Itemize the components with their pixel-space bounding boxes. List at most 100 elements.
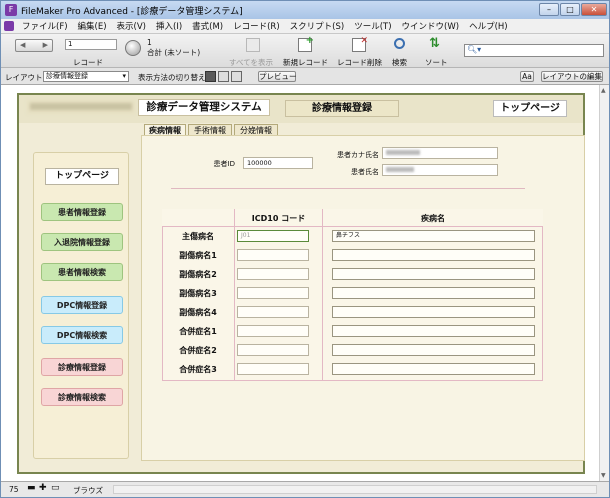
sidebar-item-patient-search[interactable]: 患者情報検索 (41, 263, 123, 281)
record-number-field[interactable]: 1 (65, 39, 117, 50)
chevron-down-icon: ▾ (122, 72, 126, 80)
row-label-sub-disease-3: 副傷病名3 (179, 289, 217, 298)
icd-field-sub-disease-1[interactable] (237, 249, 309, 261)
title-bar: F FileMaker Pro Advanced - [診療データ管理システム]… (1, 1, 609, 19)
icd-field-sub-disease-2[interactable] (237, 268, 309, 280)
patient-name-field[interactable] (382, 164, 498, 176)
layout-select[interactable]: 診療情報登録 ▾ (43, 71, 129, 82)
menu-format[interactable]: 書式(M) (187, 20, 228, 32)
sidebar-item-clinical-search[interactable]: 診療情報検索 (41, 388, 123, 406)
icd-field-main-disease[interactable]: J01 (237, 230, 309, 242)
disease-column-header: 疾病名 (421, 214, 445, 223)
menu-records[interactable]: レコード(R) (228, 20, 285, 32)
filemaker-window: F FileMaker Pro Advanced - [診療データ管理システム]… (0, 0, 610, 498)
patient-kana-label: 患者カナ氏名 (337, 151, 379, 159)
row-label-sub-disease-2: 副傷病名2 (179, 270, 217, 279)
zoom-in-icon[interactable]: ✚ (39, 483, 47, 493)
status-bar: 75 ▬ ✚ ▭ ブラウズ (1, 481, 609, 497)
mode-indicator[interactable]: ブラウズ (73, 485, 103, 496)
zoom-level[interactable]: 75 (9, 485, 19, 494)
table-view-icon[interactable] (231, 71, 242, 82)
show-all-button[interactable]: すべてを表示 (229, 57, 273, 68)
disease-field-sub-disease-1[interactable] (332, 249, 535, 261)
icd-field-complication-3[interactable] (237, 363, 309, 375)
record-slider-icon[interactable] (125, 40, 141, 56)
menu-view[interactable]: 表示(V) (112, 20, 151, 32)
disease-field-complication-3[interactable] (332, 363, 535, 375)
patient-name-label: 患者氏名 (351, 168, 379, 176)
row-label-complication-1: 合併症名1 (179, 327, 217, 336)
top-page-button-header[interactable]: トップページ (493, 100, 567, 117)
scroll-up-icon[interactable]: ▲ (601, 87, 606, 94)
disease-field-sub-disease-2[interactable] (332, 268, 535, 280)
layout-label: レイアウト: (5, 73, 46, 82)
maximize-button[interactable]: □ (560, 3, 580, 16)
quick-find-search-icon: 🔍︎▾ (467, 45, 482, 54)
edit-layout-button[interactable]: レイアウトの編集 (541, 71, 603, 82)
close-button[interactable]: ✕ (581, 3, 607, 16)
menu-edit[interactable]: 編集(E) (73, 20, 112, 32)
document-icon[interactable] (4, 21, 14, 31)
preview-button[interactable]: プレビュー (258, 71, 297, 82)
menu-file[interactable]: ファイル(F) (17, 20, 73, 32)
row-label-complication-2: 合併症名2 (179, 346, 217, 355)
new-record-icon: + (298, 35, 314, 52)
icd-field-complication-2[interactable] (237, 344, 309, 356)
patient-id-field[interactable]: 100000 (243, 157, 313, 169)
list-view-icon[interactable] (218, 71, 229, 82)
sidebar-item-clinical-register[interactable]: 診療情報登録 (41, 358, 123, 376)
layout-select-value: 診療情報登録 (46, 72, 88, 80)
menu-tools[interactable]: ツール(T) (349, 20, 396, 32)
sidebar-item-patient-register[interactable]: 患者情報登録 (41, 203, 123, 221)
grid-col-divider-1 (234, 209, 235, 381)
menu-help[interactable]: ヘルプ(H) (464, 20, 513, 32)
disease-field-complication-2[interactable] (332, 344, 535, 356)
row-label-sub-disease-4: 副傷病名4 (179, 308, 217, 317)
horizontal-scrollbar[interactable] (113, 485, 597, 494)
sidebar-top-page-button[interactable]: トップページ (45, 168, 119, 185)
sidebar-item-dpc-search[interactable]: DPC情報検索 (41, 326, 123, 344)
zoom-out-icon[interactable]: ▬ (27, 483, 36, 493)
disease-field-complication-1[interactable] (332, 325, 535, 337)
sidebar-item-admission-register[interactable]: 入退院情報登録 (41, 233, 123, 251)
icd-field-sub-disease-3[interactable] (237, 287, 309, 299)
view-switch-label: 表示方法の切り替え: (138, 73, 209, 82)
delete-record-button[interactable]: レコード削除 (337, 57, 382, 68)
menu-insert[interactable]: 挿入(I) (151, 20, 187, 32)
quick-find-input[interactable]: 🔍︎▾ (464, 44, 604, 57)
text-formatting-button[interactable]: Aa (520, 71, 534, 82)
menu-bar: ファイル(F) 編集(E) 表示(V) 挿入(I) 書式(M) レコード(R) … (1, 19, 609, 34)
toggle-status-toolbar-icon[interactable]: ▭ (51, 483, 60, 493)
row-label-sub-disease-1: 副傷病名1 (179, 251, 217, 260)
patient-kana-field[interactable] (382, 147, 498, 159)
window-title: FileMaker Pro Advanced - [診療データ管理システム] (21, 6, 243, 17)
form-view-icon[interactable] (205, 71, 216, 82)
show-all-icon (246, 38, 260, 52)
sidebar-item-dpc-register[interactable]: DPC情報登録 (41, 296, 123, 314)
new-record-button[interactable]: 新規レコード (283, 57, 328, 68)
disease-field-sub-disease-3[interactable] (332, 287, 535, 299)
record-navigator-book-icon[interactable]: ◀ ▶ (15, 39, 53, 52)
patient-id-label: 患者ID (213, 160, 235, 168)
total-label: 合計 (未ソート) (147, 48, 201, 57)
layout-bar: レイアウト: 診療情報登録 ▾ 表示方法の切り替え: プレビュー Aa レイアウ… (1, 68, 609, 85)
disease-field-sub-disease-4[interactable] (332, 306, 535, 318)
icd-field-sub-disease-4[interactable] (237, 306, 309, 318)
menu-window[interactable]: ウインドウ(W) (397, 20, 465, 32)
status-toolbar: ◀ ▶ 1 レコード 1 合計 (未ソート) すべてを表示 + 新規レコード ✕… (1, 34, 609, 68)
sort-button[interactable]: ソート (425, 57, 448, 68)
menu-scripts[interactable]: スクリプト(S) (285, 20, 350, 32)
find-magnifier-icon (394, 38, 405, 49)
section-divider (171, 188, 525, 189)
grid-col-divider-2 (322, 209, 323, 381)
section-title: 診療情報登録 (285, 100, 399, 117)
scroll-down-icon[interactable]: ▼ (601, 472, 606, 479)
row-label-complication-3: 合併症名3 (179, 365, 217, 374)
row-label-main-disease: 主傷病名 (182, 232, 214, 241)
disease-field-main-disease[interactable]: 鼻チフス (332, 230, 535, 242)
minimize-button[interactable]: – (539, 3, 559, 16)
vertical-scrollbar[interactable]: ▲ ▼ (599, 85, 609, 481)
icd-field-complication-1[interactable] (237, 325, 309, 337)
delete-record-icon: ✕ (352, 36, 368, 52)
find-button[interactable]: 検索 (392, 57, 407, 68)
